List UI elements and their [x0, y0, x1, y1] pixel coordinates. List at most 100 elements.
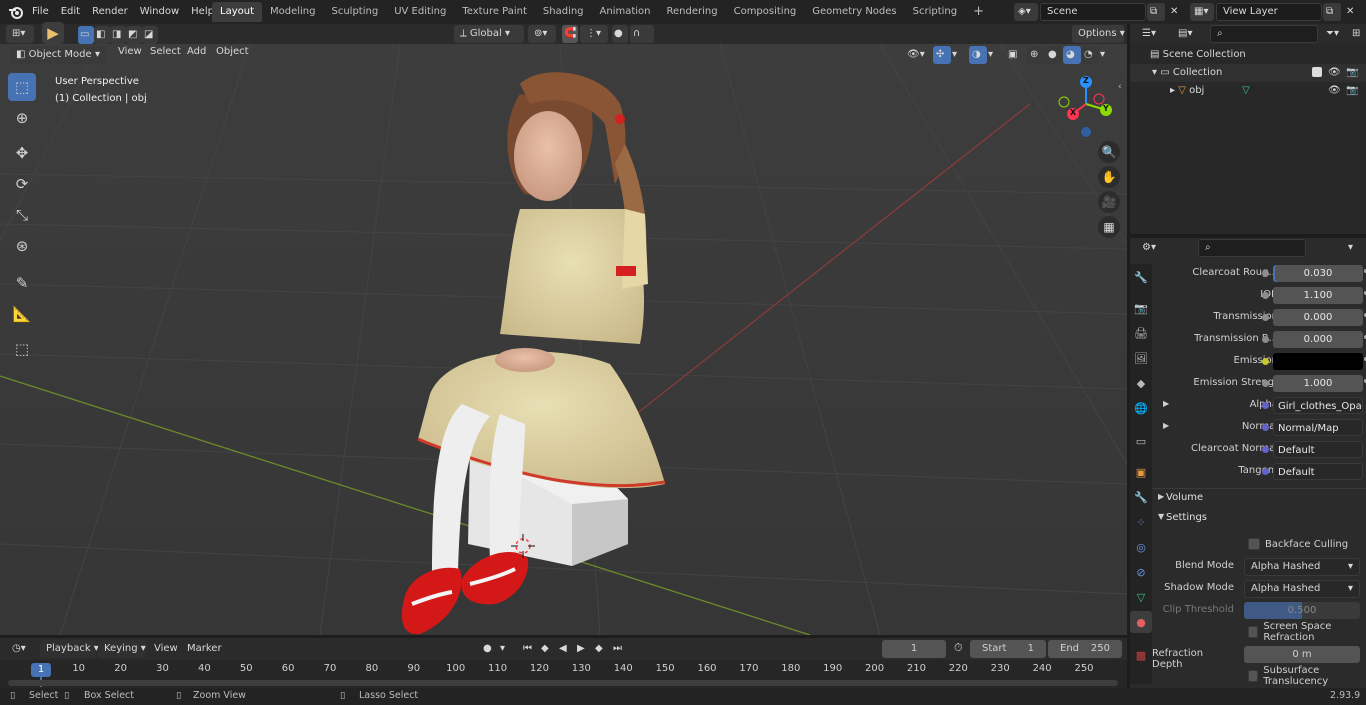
perspective-toggle-icon[interactable]: ▦ [1098, 216, 1120, 238]
cursor-tool-icon[interactable]: ⊕ [8, 104, 36, 132]
view-layer-name-field[interactable]: View Layer [1216, 3, 1322, 21]
navigation-gizmo[interactable]: Z Y X [1052, 74, 1116, 140]
tangent-field[interactable]: Default [1273, 463, 1363, 480]
emission-strength-field[interactable]: 1.000 [1273, 375, 1363, 392]
measure-tool-icon[interactable]: 📐 [8, 300, 36, 328]
render-camera-icon[interactable]: 📷 [1346, 64, 1358, 82]
scene-browse-icon[interactable]: ◈▾ [1014, 3, 1038, 21]
tab-uv-editing[interactable]: UV Editing [386, 2, 454, 22]
snap-target-icon[interactable]: ⋮▾ [580, 25, 608, 43]
add-workspace-button[interactable]: + [965, 2, 992, 22]
socket-icon[interactable] [1262, 380, 1269, 387]
tab-geometry-nodes[interactable]: Geometry Nodes [804, 2, 904, 22]
rendered-shading-icon[interactable]: ◔ [1081, 46, 1099, 64]
tab-rendering[interactable]: Rendering [659, 2, 726, 22]
jump-end-icon[interactable]: ⏭ [610, 640, 628, 658]
scene-tab-icon[interactable]: ◆ [1130, 372, 1152, 394]
select-new-icon[interactable]: ▭ [78, 26, 94, 44]
shadow-mode-dropdown[interactable]: Alpha Hashed ▾ [1244, 580, 1360, 598]
move-tool-icon[interactable]: ✥ [8, 139, 36, 167]
tab-animation[interactable]: Animation [592, 2, 659, 22]
alpha-link-field[interactable]: Girl_clothes_Opacity... [1273, 397, 1363, 414]
playhead-frame-indicator[interactable]: 1 [31, 663, 51, 677]
viewport-menu-add[interactable]: Add [181, 42, 212, 62]
texture-tab-icon[interactable]: ▩ [1130, 644, 1152, 666]
menu-window[interactable]: Window [134, 0, 185, 24]
shading-dropdown-icon[interactable]: ▾ [1099, 46, 1111, 64]
display-mode-icon[interactable]: ▤▾ [1172, 25, 1200, 43]
menu-edit[interactable]: Edit [55, 0, 86, 24]
scene-name-field[interactable]: Scene [1040, 3, 1146, 21]
gizmo-toggle-icon[interactable]: ✣ [933, 46, 951, 64]
tab-layout[interactable]: Layout [212, 2, 262, 22]
annotate-tool-icon[interactable]: ✎ [8, 269, 36, 297]
blender-logo-icon[interactable] [8, 4, 24, 20]
clearcoat-roughness-field[interactable]: 0.030 [1273, 265, 1363, 282]
transform-tool-icon[interactable]: ⊛ [8, 232, 36, 260]
tab-scripting[interactable]: Scripting [905, 2, 965, 22]
screen-space-refraction-checkbox[interactable]: Screen Space Refraction [1248, 621, 1366, 643]
properties-options-icon[interactable]: ▾ [1342, 239, 1360, 257]
end-frame-field[interactable]: End 250 [1048, 640, 1122, 658]
blend-mode-dropdown[interactable]: Alpha Hashed ▾ [1244, 558, 1360, 576]
object-tab-icon[interactable]: ▣ [1130, 461, 1152, 483]
exclude-checkbox[interactable] [1312, 67, 1322, 77]
menu-render[interactable]: Render [86, 0, 134, 24]
select-extend-icon[interactable]: ◧ [94, 26, 110, 44]
3d-viewport[interactable]: User Perspective (1) Collection | obj ⬚ … [0, 44, 1127, 635]
socket-icon[interactable] [1262, 468, 1269, 475]
render-tab-icon[interactable]: 📷 [1130, 297, 1152, 319]
current-frame-field[interactable]: 1 [882, 640, 946, 658]
gizmo-dropdown-icon[interactable]: ▾ [951, 46, 963, 64]
visibility-eye-icon[interactable]: 👁 [1328, 82, 1341, 100]
output-tab-icon[interactable]: 🖨 [1130, 322, 1152, 344]
outliner-editor-type-icon[interactable]: ☰▾ [1136, 25, 1164, 43]
stopwatch-icon[interactable]: ⏱ [954, 641, 963, 655]
modifier-tab-icon[interactable]: 🔧 [1130, 486, 1152, 508]
start-frame-field[interactable]: Start 1 [970, 640, 1046, 658]
tab-texture-paint[interactable]: Texture Paint [454, 2, 535, 22]
collection-tab-icon[interactable]: ▭ [1130, 430, 1152, 452]
view-layer-browse-icon[interactable]: ▦▾ [1190, 3, 1214, 21]
normal-link-field[interactable]: Normal/Map [1273, 419, 1363, 436]
record-dropdown-icon[interactable]: ▾ [498, 640, 512, 658]
visibility-icon[interactable]: 👁▾ [903, 46, 931, 64]
select-box-tool-icon[interactable]: ⬚ [8, 73, 36, 101]
object-mode-dropdown[interactable]: ◧ Object Mode ▾ [10, 46, 106, 64]
world-tab-icon[interactable]: 🌐 [1130, 397, 1152, 419]
editor-type-icon[interactable]: ⊞▾ [6, 25, 34, 43]
play-reverse-icon[interactable]: ◀ [556, 640, 574, 658]
pivot-point-icon[interactable]: ⊚▾ [528, 25, 556, 43]
timeline-scrollbar[interactable] [8, 680, 1118, 686]
clearcoat-normal-field[interactable]: Default [1273, 441, 1363, 458]
data-tab-icon[interactable]: ▽ [1130, 586, 1152, 608]
socket-icon[interactable] [1262, 314, 1269, 321]
backface-culling-checkbox[interactable]: Backface Culling [1248, 537, 1348, 551]
socket-icon[interactable] [1262, 446, 1269, 453]
add-cube-tool-icon[interactable]: ⬚ [8, 335, 36, 363]
proportional-falloff-icon[interactable]: ∩ [630, 25, 654, 43]
tab-compositing[interactable]: Compositing [726, 2, 805, 22]
material-tab-icon[interactable]: ● [1130, 611, 1152, 633]
snap-toggle-icon[interactable]: 🧲 [562, 25, 578, 43]
socket-icon[interactable] [1262, 292, 1269, 299]
solid-shading-icon[interactable]: ● [1045, 46, 1063, 64]
socket-icon[interactable] [1262, 424, 1269, 431]
view-layer-tab-icon[interactable]: 🖼 [1130, 347, 1152, 369]
play-icon[interactable]: ▶ [574, 640, 592, 658]
socket-icon[interactable] [1262, 270, 1269, 277]
new-collection-icon[interactable]: ⊞ [1350, 25, 1364, 43]
prev-keyframe-icon[interactable]: ◆ [538, 640, 556, 658]
new-scene-icon[interactable]: ⧉ [1147, 3, 1165, 21]
outliner-row-collection[interactable]: ▾ ▭ Collection 👁 📷 [1130, 64, 1366, 82]
filter-icon[interactable]: ⏷▾ [1320, 25, 1348, 43]
transmission-roughness-field[interactable]: 0.000 [1273, 331, 1363, 348]
playback-menu[interactable]: Playback ▾ [40, 640, 99, 658]
wireframe-shading-icon[interactable]: ⊕ [1027, 46, 1045, 64]
options-dropdown[interactable]: Options ▾ [1072, 25, 1125, 43]
clip-threshold-slider[interactable]: 0.500 [1244, 602, 1360, 619]
properties-editor-type-icon[interactable]: ⚙▾ [1136, 239, 1164, 257]
timeline-track[interactable]: 10 20 30 40 50 60 70 80 90 100 110 120 130 140 150 160 1… [0, 660, 1127, 688]
scale-tool-icon[interactable]: ⤡ [8, 201, 36, 229]
delete-scene-icon[interactable]: ✕ [1166, 3, 1184, 21]
